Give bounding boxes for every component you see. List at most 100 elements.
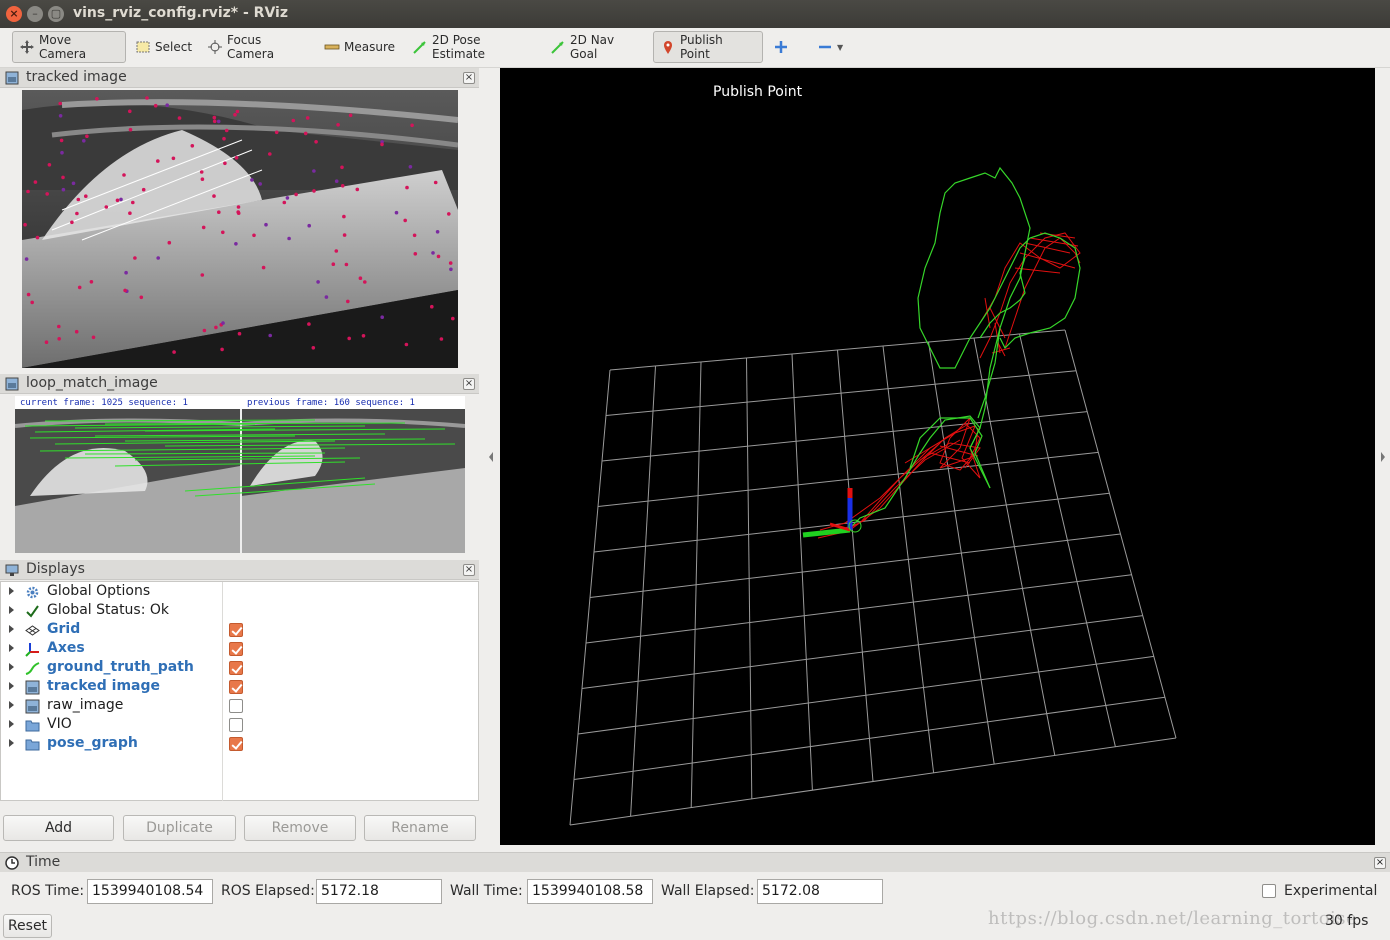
feature-point: [223, 161, 227, 166]
feature-point: [394, 210, 399, 215]
ground-truth-path-checkbox[interactable]: [229, 661, 243, 675]
display-row-grid[interactable]: Grid: [1, 621, 478, 640]
feature-point: [233, 112, 237, 117]
expand-arrow-icon[interactable]: [9, 663, 14, 671]
feature-point: [23, 222, 27, 227]
reset-button[interactable]: Reset: [3, 914, 52, 938]
close-icon[interactable]: ×: [463, 378, 475, 390]
vio-checkbox[interactable]: [229, 718, 243, 732]
close-window-button[interactable]: ×: [6, 6, 22, 22]
feature-point: [344, 262, 349, 267]
feature-point: [214, 325, 218, 330]
ros-time-field[interactable]: 1539940108.54: [87, 879, 213, 904]
display-row-raw-image[interactable]: raw_image: [1, 697, 478, 716]
feature-point: [294, 192, 298, 197]
maximize-window-button[interactable]: ▢: [48, 6, 64, 22]
rename-display-button[interactable]: Rename: [364, 815, 476, 841]
expand-arrow-icon[interactable]: [9, 625, 14, 633]
feature-point: [234, 156, 239, 160]
feature-point: [85, 134, 89, 138]
displays-panel-header[interactable]: Displays ×: [0, 560, 479, 580]
feature-point: [340, 165, 344, 170]
pose-graph-checkbox[interactable]: [229, 737, 243, 751]
feature-point: [436, 254, 441, 259]
publish-point-button[interactable]: Publish Point: [653, 31, 763, 63]
display-row-pose-graph[interactable]: pose_graph: [1, 735, 478, 754]
feature-point: [236, 205, 241, 209]
raw-image-checkbox[interactable]: [229, 699, 243, 713]
feature-point: [75, 211, 79, 216]
duplicate-display-button[interactable]: Duplicate: [123, 815, 236, 841]
image-icon: [25, 680, 40, 695]
wall-elapsed-field[interactable]: 5172.08: [757, 879, 883, 904]
expand-arrow-icon[interactable]: [9, 701, 14, 709]
pose-estimate-icon: [412, 39, 428, 55]
feature-point: [172, 350, 176, 354]
feature-point: [200, 273, 205, 277]
ros-elapsed-field[interactable]: 5172.18: [316, 879, 442, 904]
minimize-window-button[interactable]: –: [27, 6, 43, 22]
tracked-image-panel-header[interactable]: tracked image ×: [0, 68, 479, 88]
feature-point: [447, 212, 451, 216]
fps-counter: 30 fps: [1325, 913, 1369, 929]
measure-button[interactable]: Measure: [317, 31, 399, 63]
display-row-ground-truth-path[interactable]: ground_truth_path: [1, 659, 478, 678]
grid: [569, 329, 1177, 826]
grid-line: [882, 345, 935, 773]
add-display-button[interactable]: Add: [3, 815, 114, 841]
expand-arrow-icon[interactable]: [9, 587, 14, 595]
focus-camera-button[interactable]: Focus Camera: [200, 31, 310, 63]
feature-point: [44, 340, 49, 344]
close-icon[interactable]: ×: [463, 564, 475, 576]
feature-point: [45, 192, 49, 196]
expand-arrow-icon[interactable]: [9, 720, 14, 728]
feature-point: [221, 230, 225, 235]
close-icon[interactable]: ×: [1374, 857, 1386, 869]
grid-line: [585, 574, 1132, 644]
panel-splitter[interactable]: [480, 68, 500, 851]
tracked-image-checkbox[interactable]: [229, 680, 243, 694]
add-tool-button[interactable]: [766, 31, 792, 63]
feature-point: [57, 337, 61, 341]
select-button[interactable]: Select: [128, 31, 194, 63]
feature-point: [404, 342, 409, 347]
feature-point: [84, 194, 88, 198]
display-row-global-options[interactable]: Global Options: [1, 583, 478, 602]
close-icon[interactable]: ×: [463, 72, 475, 84]
feature-point: [316, 280, 320, 284]
expand-arrow-icon[interactable]: [9, 682, 14, 690]
feature-point: [236, 211, 241, 215]
move-camera-button[interactable]: Move Camera: [12, 31, 126, 63]
remove-tool-button[interactable]: ▼: [810, 31, 846, 63]
feature-point: [71, 181, 76, 186]
display-row-vio[interactable]: VIO: [1, 716, 478, 735]
feature-point: [89, 280, 94, 284]
feature-point: [156, 159, 160, 163]
feature-point: [355, 187, 360, 192]
nav-goal-button[interactable]: 2D Nav Goal: [543, 31, 644, 63]
time-panel-header[interactable]: Time ×: [0, 852, 1390, 872]
expand-arrow-icon[interactable]: [9, 739, 14, 747]
grid-checkbox[interactable]: [229, 623, 243, 637]
feature-point: [311, 346, 316, 350]
feature-point: [261, 265, 266, 270]
feature-point: [224, 128, 229, 133]
right-dock-handle[interactable]: [1377, 68, 1390, 851]
expand-arrow-icon[interactable]: [9, 644, 14, 652]
grid-line: [569, 737, 1177, 826]
3d-render-view[interactable]: Publish Point: [500, 68, 1375, 845]
feature-point: [128, 109, 132, 114]
feature-point: [358, 276, 363, 280]
display-row-tracked-image[interactable]: tracked image: [1, 678, 478, 697]
axes-checkbox[interactable]: [229, 642, 243, 656]
display-row-axes[interactable]: Axes: [1, 640, 478, 659]
remove-display-button[interactable]: Remove: [244, 815, 356, 841]
loop-match-panel-header[interactable]: loop_match_image ×: [0, 374, 479, 394]
display-row-global-status[interactable]: Global Status: Ok: [1, 602, 478, 621]
feature-point: [312, 189, 316, 193]
pose-estimate-button[interactable]: 2D Pose Estimate: [405, 31, 535, 63]
wall-time-field[interactable]: 1539940108.58: [527, 879, 653, 904]
expand-arrow-icon[interactable]: [9, 606, 14, 614]
loop-right-caption: previous frame: 160 sequence: 1: [247, 398, 415, 408]
experimental-checkbox[interactable]: [1262, 884, 1276, 898]
